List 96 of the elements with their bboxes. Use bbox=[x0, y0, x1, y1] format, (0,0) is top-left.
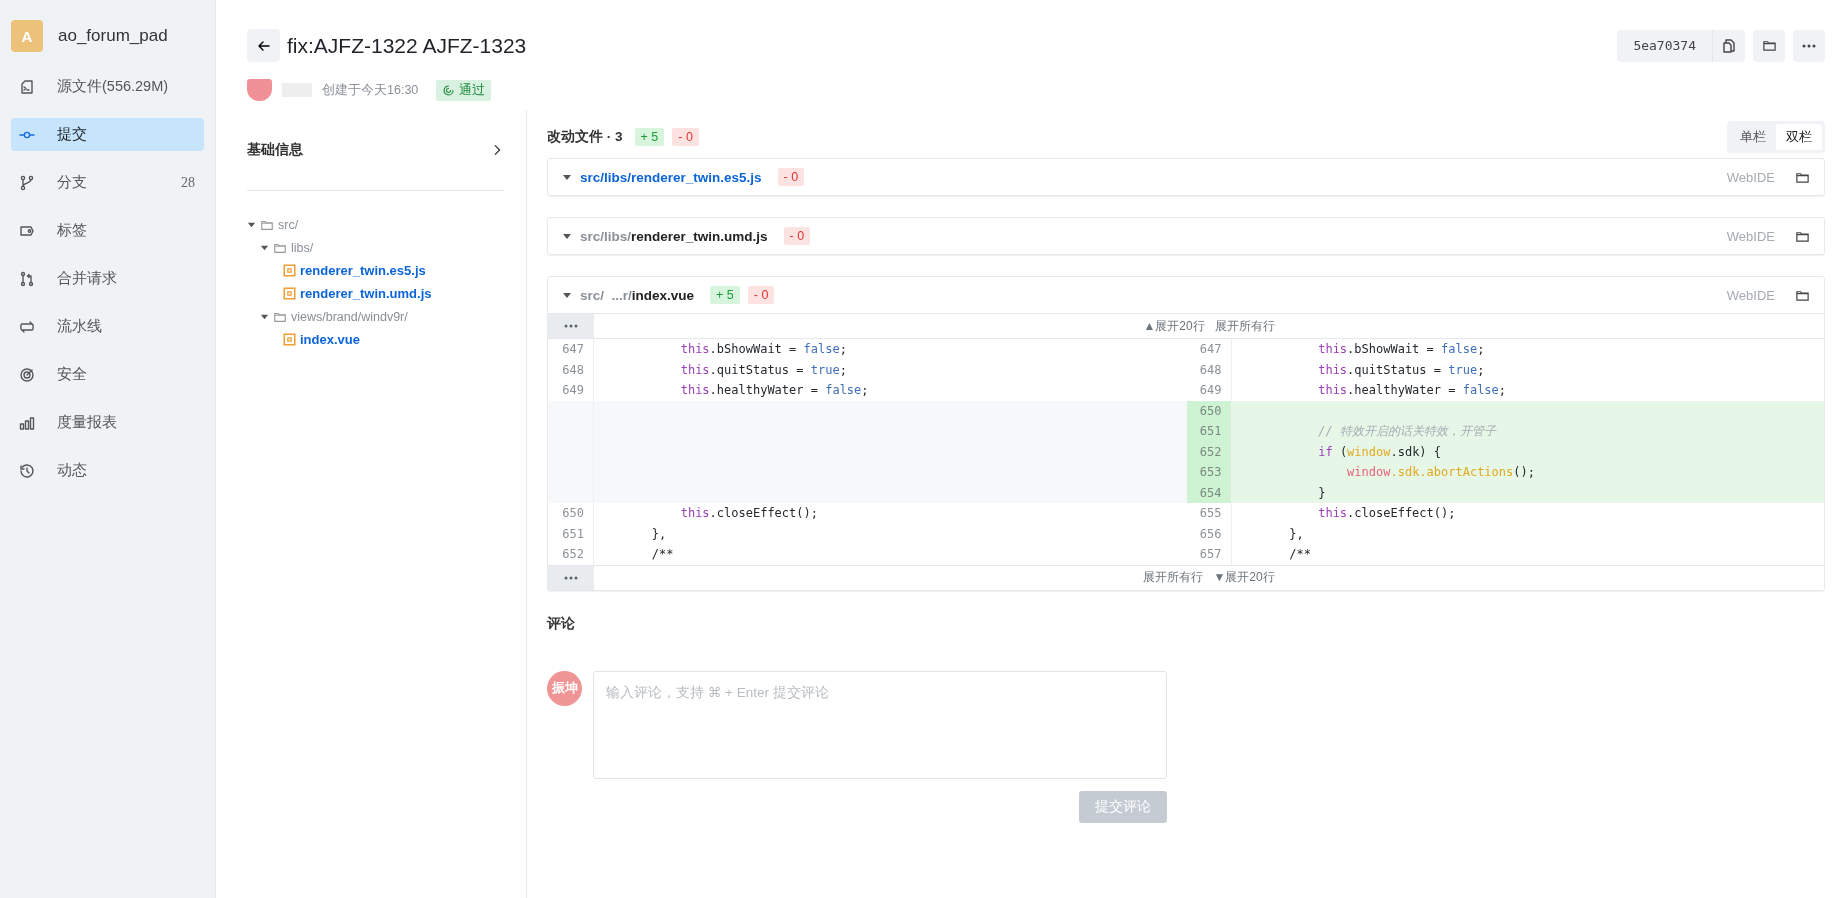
copy-icon bbox=[1721, 37, 1737, 54]
comment-input[interactable]: 输入评论，支持 ⌘ + Enter 提交评论 bbox=[593, 670, 1167, 779]
sidebar-item-label: 源文件(556.29M) bbox=[57, 77, 170, 96]
bar-chart-icon bbox=[19, 414, 35, 431]
folder-name[interactable]: libs/ bbox=[291, 240, 314, 255]
file-icon bbox=[283, 264, 296, 277]
section-title: 基础信息 bbox=[247, 141, 303, 159]
code-line: this.closeEffect(); bbox=[679, 505, 819, 522]
basic-info-header[interactable]: 基础信息 bbox=[247, 110, 504, 191]
additions-count: + 5 bbox=[634, 127, 665, 146]
line-number: 653 bbox=[1186, 462, 1232, 483]
file-icon bbox=[283, 287, 296, 300]
caret-icon[interactable] bbox=[260, 312, 269, 321]
target-icon bbox=[19, 366, 35, 383]
expand-link[interactable]: ▼展开20行 bbox=[1213, 569, 1275, 586]
code-line: /** bbox=[1288, 546, 1312, 563]
folder-name[interactable]: src/ bbox=[278, 217, 299, 232]
repo-avatar: A bbox=[11, 20, 43, 52]
sidebar-item-label: 动态 bbox=[57, 461, 88, 480]
sidebar-item[interactable]: 安全 bbox=[11, 358, 204, 391]
history-icon bbox=[19, 462, 35, 479]
code-line: this.bShowWait = false; bbox=[1317, 341, 1486, 358]
folder-icon bbox=[1761, 38, 1777, 53]
file-icon bbox=[283, 333, 296, 346]
file-path[interactable]: src/libs/renderer_twin.es5.js bbox=[580, 169, 762, 185]
sidebar-item-label: 提交 bbox=[57, 125, 88, 144]
sidebar-item-label: 度量报表 bbox=[57, 413, 118, 432]
line-number: 647 bbox=[548, 339, 594, 360]
sidebar-item-label: 分支 bbox=[57, 173, 88, 192]
line-number: 651 bbox=[548, 523, 594, 544]
code-line: this.quitStatus = true; bbox=[679, 361, 848, 379]
code-line: }, bbox=[650, 525, 668, 543]
sidebar-item[interactable]: 源文件(556.29M) bbox=[11, 70, 204, 103]
folder-name[interactable]: views/brand/windv9r/ bbox=[291, 309, 408, 324]
status-badge: 通过 bbox=[436, 79, 492, 101]
code-line: /** bbox=[650, 546, 675, 563]
sidebar-item-label: 合并请求 bbox=[57, 269, 118, 288]
sidebar-item[interactable]: 动态 bbox=[11, 454, 204, 487]
line-number: 649 bbox=[548, 380, 594, 401]
sidebar-item[interactable]: 流水线 bbox=[11, 310, 204, 343]
code-line: this.healthyWater = false; bbox=[1317, 382, 1508, 399]
line-number: 651 bbox=[1186, 421, 1232, 442]
file-code-icon bbox=[19, 78, 35, 95]
changed-files-title: 改动文件 · 3 bbox=[547, 127, 623, 146]
sidebar-item[interactable]: 度量报表 bbox=[11, 406, 204, 439]
more-icon bbox=[564, 575, 578, 580]
line-number: 652 bbox=[548, 544, 594, 565]
count-label: 28 bbox=[181, 174, 195, 191]
caret-icon[interactable] bbox=[260, 243, 269, 252]
created-time: 创建于今天16:30 bbox=[322, 81, 419, 99]
view-mode-tab[interactable]: 单栏 bbox=[1730, 123, 1776, 150]
avatar-placeholder bbox=[247, 79, 272, 101]
file-link[interactable]: renderer_twin.umd.js bbox=[300, 286, 432, 301]
expand-link[interactable]: 展开所有行 bbox=[1143, 569, 1204, 586]
sidebar-item[interactable]: 标签 bbox=[11, 214, 204, 247]
additions-count: + 5 bbox=[710, 286, 740, 304]
repo-name: ao_forum_pad bbox=[58, 26, 168, 46]
caret-icon[interactable] bbox=[247, 220, 256, 229]
commit-hash: 5ea70374 bbox=[1617, 29, 1713, 62]
code-line: }, bbox=[1288, 525, 1305, 543]
file-path[interactable]: src/libs/renderer_twin.umd.js bbox=[580, 228, 768, 244]
deletions-count: - 0 bbox=[747, 286, 775, 304]
status-ring-icon bbox=[442, 83, 456, 97]
merge-request-icon bbox=[19, 270, 35, 287]
user-avatar: 振坤 bbox=[547, 670, 582, 706]
sidebar-item-label: 流水线 bbox=[57, 317, 103, 336]
expand-link[interactable]: ▲展开20行 bbox=[1143, 317, 1205, 335]
comments-title: 评论 bbox=[547, 614, 576, 633]
file-link[interactable]: index.vue bbox=[300, 332, 360, 347]
line-number: 650 bbox=[548, 503, 594, 524]
sidebar-item[interactable]: 合并请求 bbox=[11, 262, 204, 295]
code-line: this.healthyWater = false; bbox=[679, 382, 870, 399]
file-path[interactable]: src/ ...r/index.vue bbox=[580, 287, 695, 303]
code-line: this.bShowWait = false; bbox=[679, 341, 848, 358]
code-line: this.closeEffect(); bbox=[1317, 505, 1457, 522]
branch-icon bbox=[19, 174, 35, 191]
caret-icon bbox=[562, 231, 572, 241]
file-link[interactable]: renderer_twin.es5.js bbox=[300, 263, 426, 278]
line-number: 648 bbox=[548, 359, 594, 380]
code-line: this.quitStatus = true; bbox=[1317, 361, 1486, 379]
browse-files-button[interactable] bbox=[1753, 29, 1785, 62]
deletions-count: - 0 bbox=[783, 227, 811, 245]
sidebar-item-label: 安全 bbox=[57, 365, 88, 384]
more-icon bbox=[564, 324, 578, 328]
expand-link[interactable]: 展开所有行 bbox=[1214, 317, 1275, 335]
caret-icon bbox=[562, 290, 572, 300]
back-button[interactable] bbox=[247, 29, 280, 62]
deletions-count: - 0 bbox=[777, 168, 805, 186]
deletions-count: - 0 bbox=[672, 127, 699, 146]
sidebar-item[interactable]: 分支 28 bbox=[11, 166, 204, 199]
sidebar-item-label: 标签 bbox=[57, 221, 88, 240]
commit-title: fix:AJFZ-1322 AJFZ-1323 bbox=[287, 33, 528, 58]
more-icon bbox=[1802, 43, 1816, 48]
caret-icon bbox=[562, 172, 572, 182]
view-mode-tab[interactable]: 双栏 bbox=[1776, 123, 1822, 150]
sidebar-item[interactable]: 提交 bbox=[11, 118, 204, 151]
